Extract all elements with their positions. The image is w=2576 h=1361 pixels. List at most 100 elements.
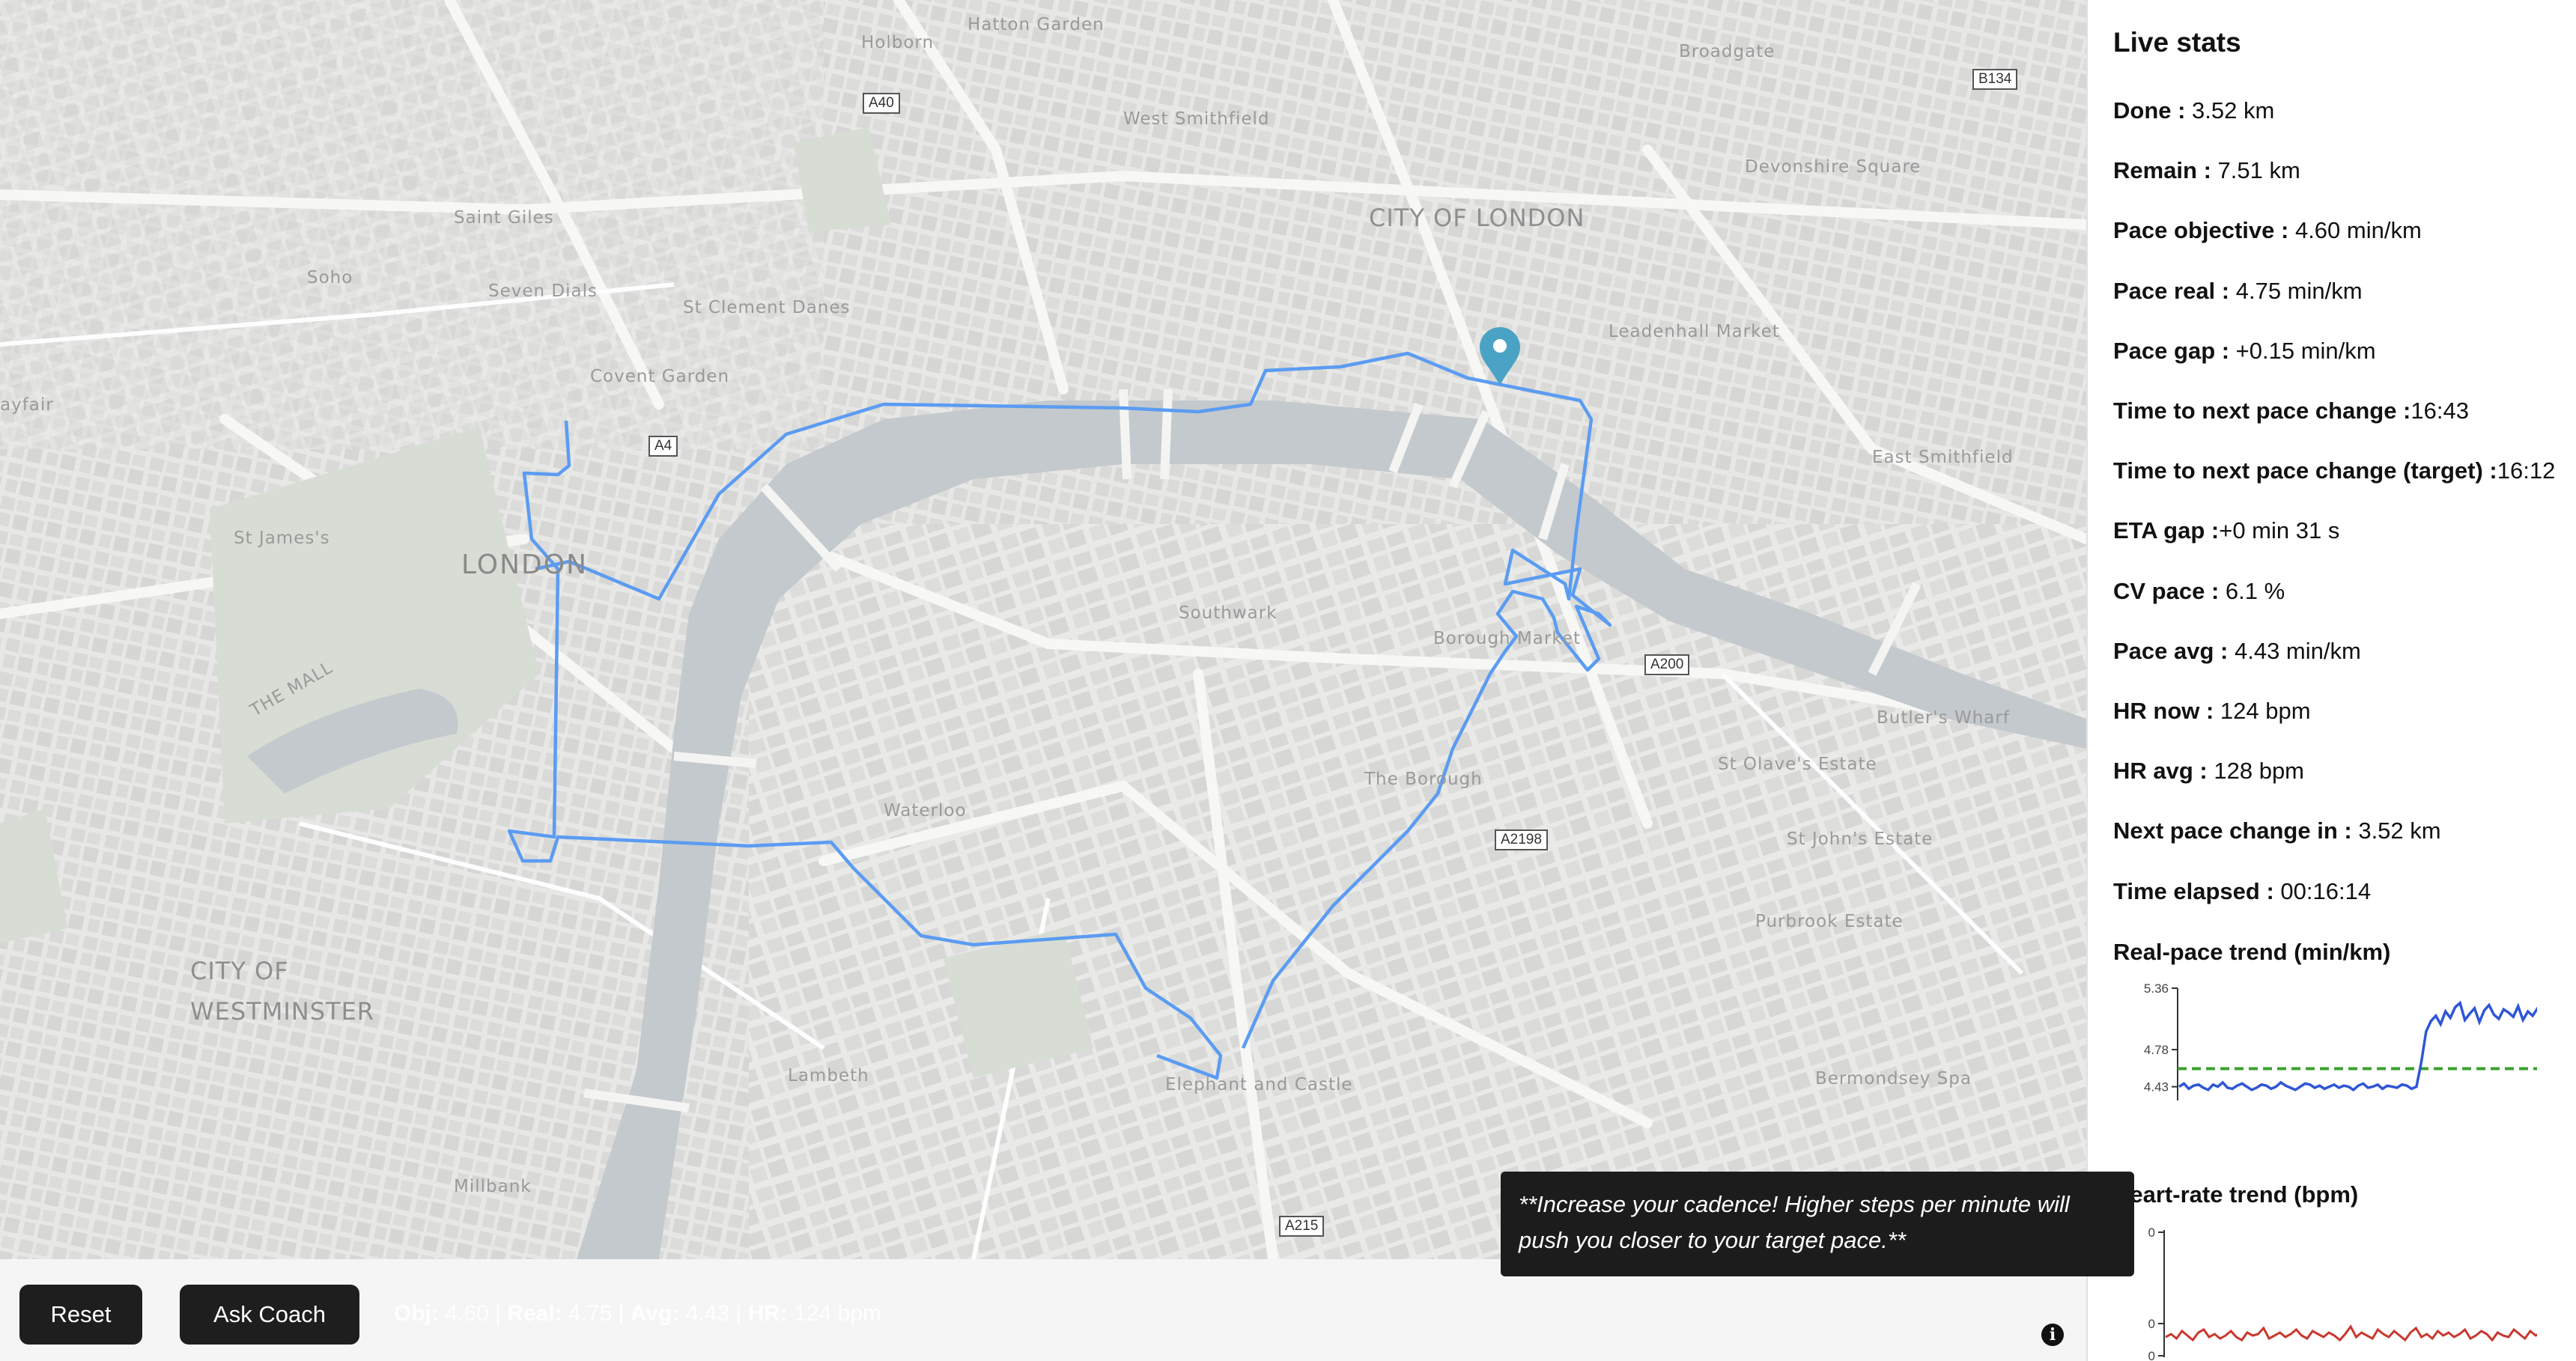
map-label-millbank: Millbank	[454, 1177, 532, 1196]
stat-label: Time to next pace change :	[2113, 398, 2411, 424]
map-label-seven-dials: Seven Dials	[488, 281, 598, 301]
stat-value: 00:16:14	[2273, 877, 2372, 904]
pace-y-tick-label: 4.43	[2144, 1080, 2169, 1094]
ask-coach-button[interactable]: Ask Coach	[180, 1285, 359, 1345]
map-label-soho: Soho	[307, 268, 353, 287]
map-label-lambeth: Lambeth	[788, 1066, 869, 1086]
summary-real-label: Real:	[507, 1301, 562, 1326]
stat-value: +0.15 min/km	[2229, 337, 2376, 364]
map-label-st-olaves-estate: St Olave's Estate	[1718, 755, 1877, 774]
map-label-purbrook-estate: Purbrook Estate	[1755, 912, 1904, 931]
map-label-westminster: WESTMINSTER	[190, 997, 375, 1026]
map-label-west-smithfield: West Smithfield	[1123, 109, 1270, 129]
stat-value: 3.52 km	[2185, 97, 2275, 124]
summary-obj-value: 4.60	[445, 1301, 489, 1326]
stat-row: Remain : 7.51 km	[2113, 157, 2300, 184]
stat-value: 7.51 km	[2211, 157, 2300, 184]
info-icon[interactable]: i	[2041, 1324, 2064, 1346]
summary-sep: |	[618, 1301, 625, 1326]
map-label-bermondsey-spa: Bermondsey Spa	[1815, 1069, 1972, 1089]
road-tag-a215: A215	[1279, 1216, 1325, 1237]
pace-chart-title: Real-pace trend (min/km)	[2113, 939, 2391, 965]
reset-button[interactable]: Reset	[19, 1285, 142, 1345]
map-label-city-of: CITY OF	[190, 957, 289, 985]
road-tag-a2198: A2198	[1495, 829, 1548, 850]
stat-value: +0 min 31 s	[2219, 517, 2340, 544]
pace-chart: 5.36 4.78 4.43	[2144, 981, 2537, 1100]
stat-label: HR avg :	[2113, 758, 2208, 785]
road-tag-a40: A40	[863, 93, 900, 114]
summary-hr-value: 124 bpm	[794, 1301, 881, 1326]
pace-series-line	[2178, 1000, 2537, 1091]
live-stats-panel: Live stats Done : 3.52 km Remain : 7.51 k…	[2086, 0, 2576, 1361]
map-label-devonshire-square: Devonshire Square	[1745, 157, 1922, 177]
summary-sep: |	[495, 1301, 501, 1326]
stat-row: Time to next pace change (target) :16:12	[2113, 457, 2555, 484]
stat-label: Pace gap :	[2113, 337, 2230, 364]
map-label-southwark: Southwark	[1179, 603, 1278, 623]
summary-sep: |	[735, 1301, 742, 1326]
map-label-london: LONDON	[461, 549, 589, 580]
stat-row: ETA gap :+0 min 31 s	[2113, 517, 2339, 544]
map-view[interactable]: Holborn Hatton Garden Broadgate West Smi…	[0, 0, 2086, 1259]
map-label-saint-giles: Saint Giles	[454, 208, 554, 228]
stat-value: 4.75 min/km	[2229, 277, 2363, 304]
stat-label: Pace avg :	[2113, 637, 2229, 664]
map-label-st-clement-danes: St Clement Danes	[683, 298, 851, 317]
stat-row: Pace objective : 4.60 min/km	[2113, 217, 2422, 244]
stat-row: HR now : 124 bpm	[2113, 698, 2311, 725]
summary-avg-value: 4.43	[685, 1301, 730, 1326]
coach-tooltip: **Increase your cadence! Higher steps pe…	[1501, 1172, 2134, 1276]
hr-chart: 0 0 0	[2148, 1225, 2537, 1361]
road-tag-a200: A200	[1644, 654, 1690, 675]
stat-value: 16:43	[2411, 398, 2469, 424]
stat-row: Time elapsed : 00:16:14	[2113, 878, 2371, 905]
stat-label: Time elapsed :	[2113, 877, 2274, 904]
stat-label: Time to next pace change (target) :	[2113, 457, 2497, 484]
map-label-hatton-garden: Hatton Garden	[967, 15, 1105, 34]
stat-label: Remain :	[2113, 157, 2211, 184]
stat-value: 16:12	[2497, 457, 2556, 484]
stat-value: 6.1 %	[2219, 577, 2285, 604]
summary-hr-label: HR:	[747, 1301, 788, 1326]
stat-value: 3.52 km	[2351, 817, 2441, 844]
stat-row: Time to next pace change :16:43	[2113, 398, 2469, 424]
stat-value: 124 bpm	[2214, 698, 2311, 724]
road-tag-b134: B134	[1972, 69, 2018, 90]
map-label-st-johns-estate: St John's Estate	[1787, 829, 1933, 849]
stat-value: 4.43 min/km	[2228, 637, 2361, 664]
map-label-city-of-london: CITY OF LONDON	[1369, 204, 1585, 232]
map-label-the-borough: The Borough	[1364, 770, 1483, 789]
stat-label: CV pace :	[2113, 577, 2220, 604]
map-label-borough-market: Borough Market	[1433, 629, 1582, 648]
summary-avg-label: Avg:	[630, 1301, 680, 1326]
map-label-east-smithfield: East Smithfield	[1872, 448, 2014, 467]
stat-row: HR avg : 128 bpm	[2113, 758, 2304, 785]
stat-row: Done : 3.52 km	[2113, 97, 2274, 124]
stat-row: CV pace : 6.1 %	[2113, 578, 2285, 605]
stat-label: Done :	[2113, 97, 2186, 124]
hr-y-tick-label: 0	[2148, 1317, 2155, 1331]
stat-label: Pace real :	[2113, 277, 2230, 304]
stat-row: Pace gap : +0.15 min/km	[2113, 338, 2376, 365]
map-label-elephant-and-castle: Elephant and Castle	[1165, 1075, 1353, 1094]
pace-y-tick-label: 5.36	[2144, 981, 2169, 996]
stat-label: Next pace change in :	[2113, 817, 2352, 844]
panel-title: Live stats	[2113, 27, 2241, 58]
stat-value: 4.60 min/km	[2288, 217, 2422, 244]
summary-obj-label: Obj:	[394, 1301, 439, 1326]
stat-row: Next pace change in : 3.52 km	[2113, 817, 2441, 844]
hr-y-tick-label: 0	[2148, 1225, 2155, 1240]
map-label-covent-garden: Covent Garden	[590, 367, 730, 386]
map-label-leadenhall-market: Leadenhall Market	[1609, 322, 1780, 341]
road-tag-a4: A4	[648, 436, 678, 457]
pace-y-tick-label: 4.78	[2144, 1043, 2169, 1057]
stat-label: HR now :	[2113, 698, 2214, 724]
stat-label: Pace objective :	[2113, 217, 2289, 244]
hr-series-line	[2165, 1324, 2537, 1342]
map-label-butlers-wharf: Butler's Wharf	[1877, 708, 2010, 728]
stat-value: 128 bpm	[2207, 758, 2305, 785]
map-canvas[interactable]	[0, 0, 2086, 1259]
summary-real-value: 4.75	[568, 1301, 613, 1326]
map-label-waterloo: Waterloo	[884, 801, 967, 820]
